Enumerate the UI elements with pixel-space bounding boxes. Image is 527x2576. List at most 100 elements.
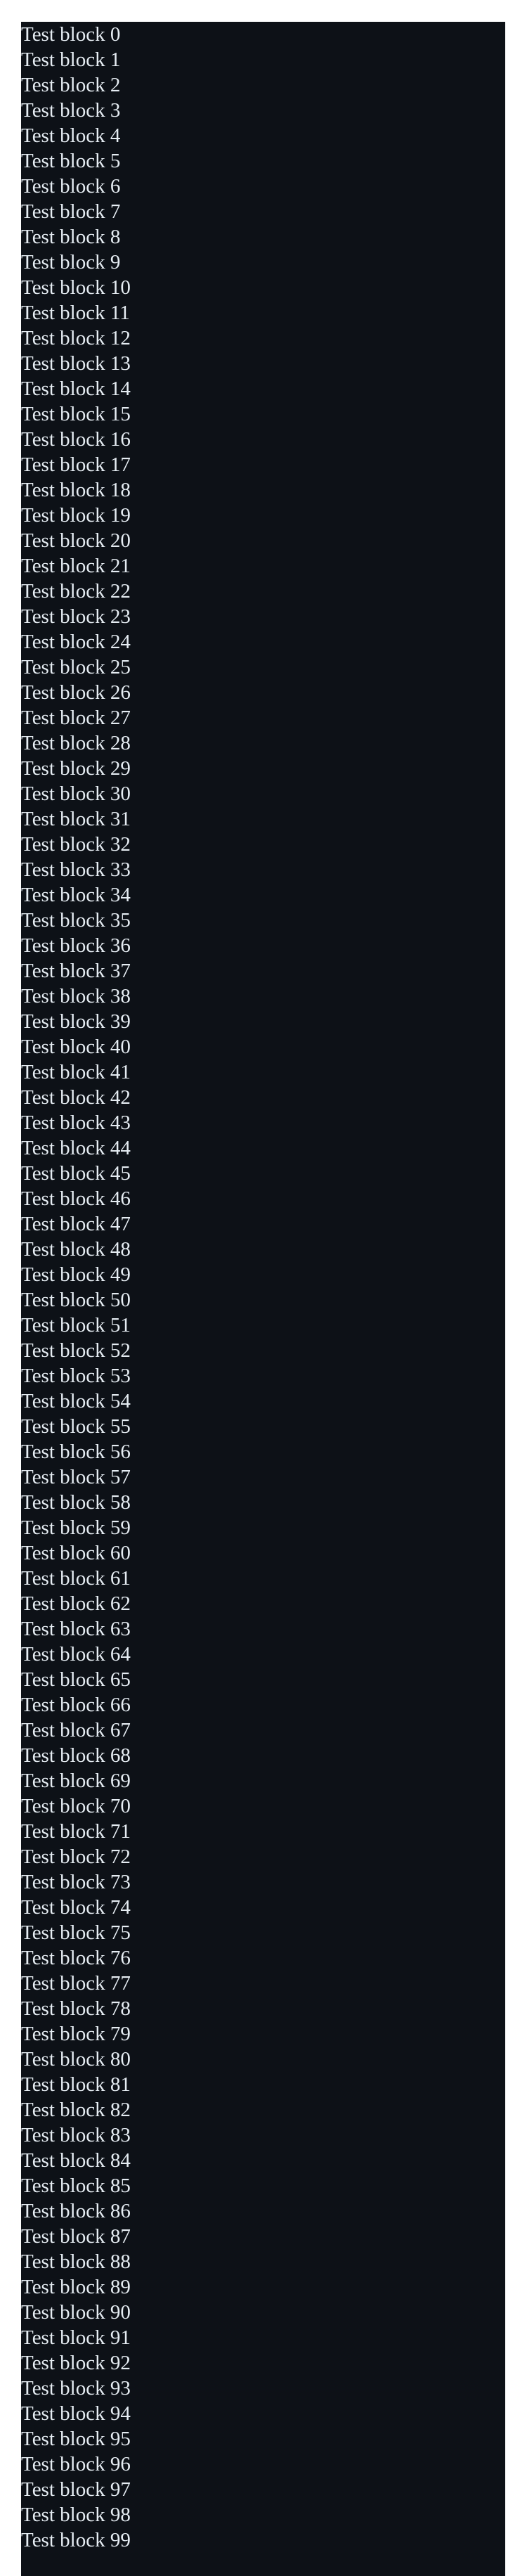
- test-block-item: Test block 46: [21, 1187, 131, 1210]
- test-block-item: Test block 96: [21, 2453, 131, 2475]
- test-block-item: Test block 1: [21, 49, 121, 71]
- test-block-item: Test block 40: [21, 1036, 131, 1058]
- test-block-item: Test block 11: [21, 302, 130, 324]
- test-block-item: Test block 10: [21, 276, 131, 299]
- test-block-item: Test block 19: [21, 504, 131, 527]
- test-block-item: Test block 38: [21, 985, 131, 1007]
- test-block-item: Test block 97: [21, 2478, 131, 2501]
- test-block-item: Test block 92: [21, 2352, 131, 2374]
- test-block-item: Test block 55: [21, 1415, 131, 1438]
- test-block-item: Test block 31: [21, 808, 131, 830]
- test-block-item: Test block 42: [21, 1086, 131, 1109]
- test-block-item: Test block 54: [21, 1390, 131, 1412]
- test-block-item: Test block 16: [21, 428, 131, 451]
- test-block-item: Test block 83: [21, 2124, 131, 2146]
- test-block-item: Test block 2: [21, 74, 121, 96]
- test-block-item: Test block 56: [21, 1441, 131, 1463]
- test-block-item: Test block 60: [21, 1542, 131, 1564]
- test-block-item: Test block 29: [21, 757, 131, 780]
- test-block-item: Test block 75: [21, 1921, 131, 1944]
- test-block-item: Test block 36: [21, 934, 131, 957]
- test-block-item: Test block 58: [21, 1491, 131, 1514]
- test-block-item: Test block 39: [21, 1010, 131, 1033]
- test-block-item: Test block 91: [21, 2326, 131, 2349]
- test-block-item: Test block 48: [21, 1238, 131, 1261]
- test-block-list: Test block 0 Test block 1 Test block 2 Test…: [21, 22, 505, 2553]
- test-block-item: Test block 49: [21, 1263, 131, 1286]
- test-block-item: Test block 9: [21, 251, 121, 273]
- test-block-item: Test block 15: [21, 403, 131, 425]
- test-block-item: Test block 73: [21, 1871, 131, 1893]
- test-block-item: Test block 68: [21, 1744, 131, 1767]
- test-block-item: Test block 23: [21, 605, 131, 628]
- test-block-item: Test block 59: [21, 1516, 131, 1539]
- test-block-item: Test block 66: [21, 1694, 131, 1716]
- test-block-item: Test block 21: [21, 555, 131, 577]
- test-block-item: Test block 20: [21, 529, 131, 552]
- test-block-item: Test block 84: [21, 2149, 131, 2172]
- test-block-item: Test block 79: [21, 2023, 131, 2045]
- test-block-item: Test block 30: [21, 783, 131, 805]
- test-block-item: Test block 4: [21, 124, 121, 147]
- test-block-item: Test block 27: [21, 707, 131, 729]
- test-block-item: Test block 76: [21, 1947, 131, 1969]
- test-block-item: Test block 89: [21, 2276, 131, 2298]
- test-block-item: Test block 80: [21, 2048, 131, 2071]
- test-block-item: Test block 71: [21, 1820, 131, 1843]
- test-block-item: Test block 7: [21, 200, 121, 223]
- test-block-item: Test block 25: [21, 656, 131, 678]
- test-block-item: Test block 24: [21, 631, 131, 653]
- test-block-item: Test block 87: [21, 2225, 131, 2248]
- test-block-item: Test block 99: [21, 2529, 131, 2551]
- test-block-item: Test block 50: [21, 1289, 131, 1311]
- test-block-item: Test block 12: [21, 327, 131, 349]
- test-block-panel: Test block 0 Test block 1 Test block 2 Test…: [21, 22, 505, 2576]
- test-block-item: Test block 35: [21, 909, 131, 932]
- test-block-item: Test block 41: [21, 1061, 131, 1083]
- test-block-item: Test block 26: [21, 681, 131, 704]
- test-block-item: Test block 6: [21, 175, 121, 198]
- test-block-item: Test block 74: [21, 1896, 131, 1919]
- test-block-item: Test block 17: [21, 453, 131, 476]
- test-block-item: Test block 85: [21, 2175, 131, 2197]
- test-block-item: Test block 61: [21, 1567, 131, 1590]
- test-block-item: Test block 52: [21, 1339, 131, 1362]
- test-block-item: Test block 98: [21, 2504, 131, 2526]
- test-block-item: Test block 22: [21, 580, 131, 603]
- test-block-item: Test block 34: [21, 884, 131, 906]
- test-block-item: Test block 86: [21, 2200, 131, 2222]
- test-block-item: Test block 62: [21, 1592, 131, 1615]
- test-block-item: Test block 82: [21, 2099, 131, 2121]
- test-block-item: Test block 63: [21, 1618, 131, 1640]
- test-block-item: Test block 93: [21, 2377, 131, 2400]
- test-block-item: Test block 65: [21, 1668, 131, 1691]
- test-block-item: Test block 3: [21, 99, 121, 122]
- test-block-item: Test block 37: [21, 960, 131, 982]
- test-block-item: Test block 88: [21, 2250, 131, 2273]
- test-block-item: Test block 51: [21, 1314, 131, 1337]
- test-block-item: Test block 81: [21, 2073, 131, 2096]
- test-block-item: Test block 13: [21, 352, 131, 375]
- test-block-item: Test block 69: [21, 1770, 131, 1792]
- test-block-item: Test block 57: [21, 1466, 131, 1488]
- test-block-item: Test block 64: [21, 1643, 131, 1666]
- test-block-item: Test block 53: [21, 1365, 131, 1387]
- test-block-item: Test block 14: [21, 378, 131, 400]
- test-block-item: Test block 47: [21, 1213, 131, 1235]
- test-block-item: Test block 33: [21, 858, 131, 881]
- test-block-item: Test block 8: [21, 226, 121, 248]
- test-block-item: Test block 5: [21, 150, 121, 172]
- test-block-item: Test block 90: [21, 2301, 131, 2324]
- test-block-item: Test block 44: [21, 1137, 131, 1159]
- test-block-item: Test block 95: [21, 2428, 131, 2450]
- test-block-item: Test block 70: [21, 1795, 131, 1817]
- test-block-item: Test block 0: [21, 23, 121, 46]
- test-block-item: Test block 67: [21, 1719, 131, 1741]
- test-block-item: Test block 94: [21, 2402, 131, 2425]
- test-block-item: Test block 43: [21, 1112, 131, 1134]
- test-block-item: Test block 45: [21, 1162, 131, 1185]
- test-block-item: Test block 28: [21, 732, 131, 754]
- test-block-item: Test block 77: [21, 1972, 131, 1995]
- test-block-item: Test block 78: [21, 1997, 131, 2020]
- test-block-item: Test block 72: [21, 1846, 131, 1868]
